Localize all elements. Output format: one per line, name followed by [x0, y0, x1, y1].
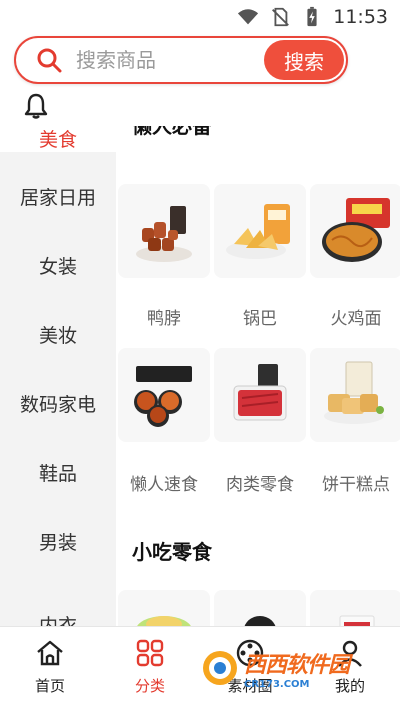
tab-label: 分类 — [134, 677, 165, 695]
battery-charging-icon — [307, 6, 317, 27]
sidebar-item-womens-clothing[interactable]: 女装 — [0, 231, 116, 300]
tab-label: 首页 — [34, 677, 65, 695]
biscuits-product-image — [324, 361, 384, 424]
turkey-noodles-product-image — [322, 198, 390, 262]
packaged-snack-product-image — [339, 615, 375, 626]
category-content: 懒人必备 鸭脖 锅巴 火鸡面 懒人速食 肉类零食 饼干糕点 小吃零食 — [116, 126, 400, 626]
rice-crust-product-image — [226, 204, 290, 259]
product-card-snack-2[interactable] — [214, 590, 306, 626]
wifi-icon — [238, 9, 259, 25]
watermark-subtitle: CR173.COM — [244, 678, 310, 690]
product-label: 火鸡面 — [330, 309, 382, 329]
product-card-instant-food[interactable] — [118, 348, 210, 442]
section-title: 懒人必备 — [132, 126, 212, 138]
product-card-turkey-noodles[interactable] — [310, 184, 400, 278]
search-bar: 搜索 — [14, 36, 348, 84]
product-card-duck-neck[interactable] — [118, 184, 210, 278]
dark-snack-product-image — [244, 616, 276, 626]
watermark-logo-icon — [203, 651, 237, 685]
sidebar-item-food[interactable]: 美食 — [0, 126, 116, 152]
duck-neck-product-image — [136, 206, 192, 262]
category-sidebar: 美食 居家日用 女装 美妆 数码家电 鞋品 男装 内衣 — [0, 126, 116, 626]
product-label: 锅巴 — [243, 309, 277, 329]
product-label: 饼干糕点 — [322, 475, 390, 495]
tab-category[interactable]: 分类 — [100, 627, 200, 701]
product-label: 懒人速食 — [130, 475, 198, 495]
no-sim-icon — [272, 7, 290, 27]
watermark-title: 西西软件园 — [244, 652, 350, 678]
product-card-biscuits[interactable] — [310, 348, 400, 442]
sidebar-item-mens-clothing[interactable]: 男装 — [0, 507, 116, 576]
sidebar-item-beauty[interactable]: 美妆 — [0, 300, 116, 369]
product-card-snack-1[interactable] — [118, 590, 210, 626]
search-input[interactable] — [74, 47, 254, 73]
product-card-meat-snacks[interactable] — [214, 348, 306, 442]
meat-snacks-product-image — [233, 364, 287, 421]
home-icon — [37, 640, 63, 666]
product-label: 鸭脖 — [147, 309, 181, 329]
status-time: 11:53 — [333, 6, 388, 28]
site-watermark: 西西软件园 CR173.COM — [200, 640, 390, 696]
product-label: 肉类零食 — [226, 475, 294, 495]
product-card-snack-3[interactable] — [310, 590, 400, 626]
tab-home[interactable]: 首页 — [0, 627, 100, 701]
bell-icon[interactable] — [22, 92, 50, 120]
search-icon — [37, 48, 62, 73]
snack-bowl-product-image — [137, 616, 191, 626]
sidebar-item-underwear[interactable]: 内衣 — [0, 576, 116, 626]
category-grid-icon — [136, 639, 164, 667]
search-button[interactable]: 搜索 — [264, 40, 344, 80]
status-bar: 11:53 — [0, 0, 400, 34]
section-title: 小吃零食 — [132, 540, 212, 564]
sidebar-item-digital-appliances[interactable]: 数码家电 — [0, 369, 116, 438]
instant-food-product-image — [134, 366, 192, 427]
product-card-rice-crust[interactable] — [214, 184, 306, 278]
sidebar-item-shoes[interactable]: 鞋品 — [0, 438, 116, 507]
sidebar-item-home-goods[interactable]: 居家日用 — [0, 162, 116, 231]
